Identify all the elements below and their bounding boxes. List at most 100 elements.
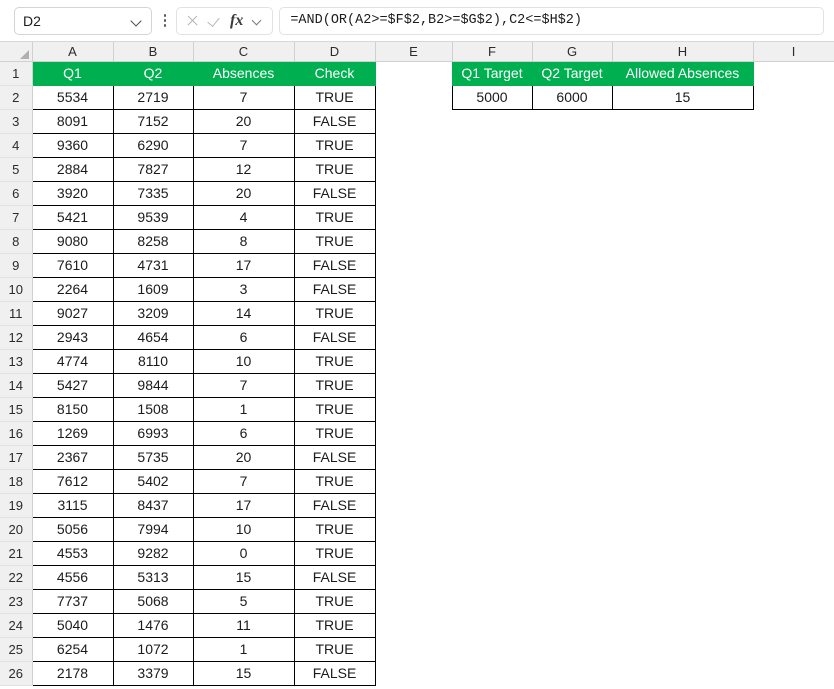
cell-D8[interactable]: TRUE [293, 228, 376, 254]
cell-A20[interactable]: 5056 [31, 516, 114, 542]
cell-E24[interactable] [375, 613, 452, 637]
cell-I14[interactable] [753, 373, 834, 397]
cell-B12[interactable]: 4654 [112, 324, 194, 350]
column-header-i[interactable]: I [753, 42, 834, 62]
cell-E14[interactable] [375, 373, 452, 397]
cell-B3[interactable]: 7152 [112, 108, 194, 134]
column-header-b[interactable]: B [113, 42, 194, 62]
row-header-10[interactable]: 10 [0, 277, 33, 302]
cell-C14[interactable]: 7 [192, 372, 295, 398]
cell-B16[interactable]: 6993 [112, 420, 194, 446]
cell-F6[interactable] [452, 181, 532, 205]
cell-C20[interactable]: 10 [192, 516, 295, 542]
cell-I4[interactable] [753, 133, 834, 157]
cell-D26[interactable]: FALSE [293, 660, 376, 686]
cell-A9[interactable]: 7610 [31, 252, 114, 278]
cell-I20[interactable] [753, 517, 834, 541]
cell-D5[interactable]: TRUE [293, 156, 376, 182]
cell-F3[interactable] [452, 109, 532, 133]
cell-F2[interactable]: 5000 [451, 84, 533, 110]
cell-A7[interactable]: 5421 [31, 204, 114, 230]
cell-C24[interactable]: 11 [192, 612, 295, 638]
cell-H20[interactable] [612, 517, 753, 541]
row-header-11[interactable]: 11 [0, 301, 33, 326]
row-header-2[interactable]: 2 [0, 85, 33, 110]
cell-D12[interactable]: FALSE [293, 324, 376, 350]
cell-G21[interactable] [532, 541, 612, 565]
cell-C9[interactable]: 17 [192, 252, 295, 278]
cell-F21[interactable] [452, 541, 532, 565]
cell-H26[interactable] [612, 661, 753, 685]
cell-D24[interactable]: TRUE [293, 612, 376, 638]
row-header-7[interactable]: 7 [0, 205, 33, 230]
cell-B17[interactable]: 5735 [112, 444, 194, 470]
cell-I18[interactable] [753, 469, 834, 493]
column-header-a[interactable]: A [32, 42, 114, 62]
cell-I13[interactable] [753, 349, 834, 373]
row-header-23[interactable]: 23 [0, 589, 33, 614]
cell-G6[interactable] [532, 181, 612, 205]
cell-C13[interactable]: 10 [192, 348, 295, 374]
cell-A10[interactable]: 2264 [31, 276, 114, 302]
cell-G5[interactable] [532, 157, 612, 181]
select-all-corner-icon[interactable] [0, 42, 33, 62]
cell-E15[interactable] [375, 397, 452, 421]
cell-E8[interactable] [375, 229, 452, 253]
cell-E5[interactable] [375, 157, 452, 181]
cell-F11[interactable] [452, 301, 532, 325]
cancel-x-icon[interactable] [186, 14, 199, 27]
cell-F23[interactable] [452, 589, 532, 613]
cell-B2[interactable]: 2719 [112, 84, 194, 110]
cell-F4[interactable] [452, 133, 532, 157]
cell-I16[interactable] [753, 421, 834, 445]
cell-A21[interactable]: 4553 [31, 540, 114, 566]
cell-E9[interactable] [375, 253, 452, 277]
enter-check-icon[interactable] [208, 14, 221, 27]
cell-G12[interactable] [532, 325, 612, 349]
cell-F1[interactable]: Q1 Target [451, 60, 533, 86]
cell-B14[interactable]: 9844 [112, 372, 194, 398]
cell-G17[interactable] [532, 445, 612, 469]
cell-E3[interactable] [375, 109, 452, 133]
cell-A25[interactable]: 6254 [31, 636, 114, 662]
cell-H12[interactable] [612, 325, 753, 349]
cell-G14[interactable] [532, 373, 612, 397]
kebab-menu-icon[interactable] [157, 7, 173, 35]
cell-B23[interactable]: 5068 [112, 588, 194, 614]
cell-A11[interactable]: 9027 [31, 300, 114, 326]
row-header-12[interactable]: 12 [0, 325, 33, 350]
cell-B26[interactable]: 3379 [112, 660, 194, 686]
cell-E2[interactable] [375, 85, 452, 109]
column-header-e[interactable]: E [375, 42, 453, 62]
row-header-19[interactable]: 19 [0, 493, 33, 518]
cell-C16[interactable]: 6 [192, 420, 295, 446]
cell-C25[interactable]: 1 [192, 636, 295, 662]
cell-E25[interactable] [375, 637, 452, 661]
cell-C12[interactable]: 6 [192, 324, 295, 350]
cell-A6[interactable]: 3920 [31, 180, 114, 206]
row-header-17[interactable]: 17 [0, 445, 33, 470]
row-header-20[interactable]: 20 [0, 517, 33, 542]
cell-B11[interactable]: 3209 [112, 300, 194, 326]
cell-H13[interactable] [612, 349, 753, 373]
cell-A8[interactable]: 9080 [31, 228, 114, 254]
name-box[interactable]: D2 [14, 6, 152, 35]
chevron-down-icon[interactable] [252, 15, 263, 26]
row-header-15[interactable]: 15 [0, 397, 33, 422]
cell-F13[interactable] [452, 349, 532, 373]
cell-C19[interactable]: 17 [192, 492, 295, 518]
cell-G18[interactable] [532, 469, 612, 493]
cell-B24[interactable]: 1476 [112, 612, 194, 638]
cell-B1[interactable]: Q2 [112, 60, 194, 86]
row-header-14[interactable]: 14 [0, 373, 33, 398]
cell-G26[interactable] [532, 661, 612, 685]
cell-F14[interactable] [452, 373, 532, 397]
cell-H2[interactable]: 15 [611, 84, 754, 110]
column-header-h[interactable]: H [612, 42, 754, 62]
row-header-13[interactable]: 13 [0, 349, 33, 374]
cell-B8[interactable]: 8258 [112, 228, 194, 254]
cell-A19[interactable]: 3115 [31, 492, 114, 518]
cell-I23[interactable] [753, 589, 834, 613]
cell-C21[interactable]: 0 [192, 540, 295, 566]
cell-H9[interactable] [612, 253, 753, 277]
